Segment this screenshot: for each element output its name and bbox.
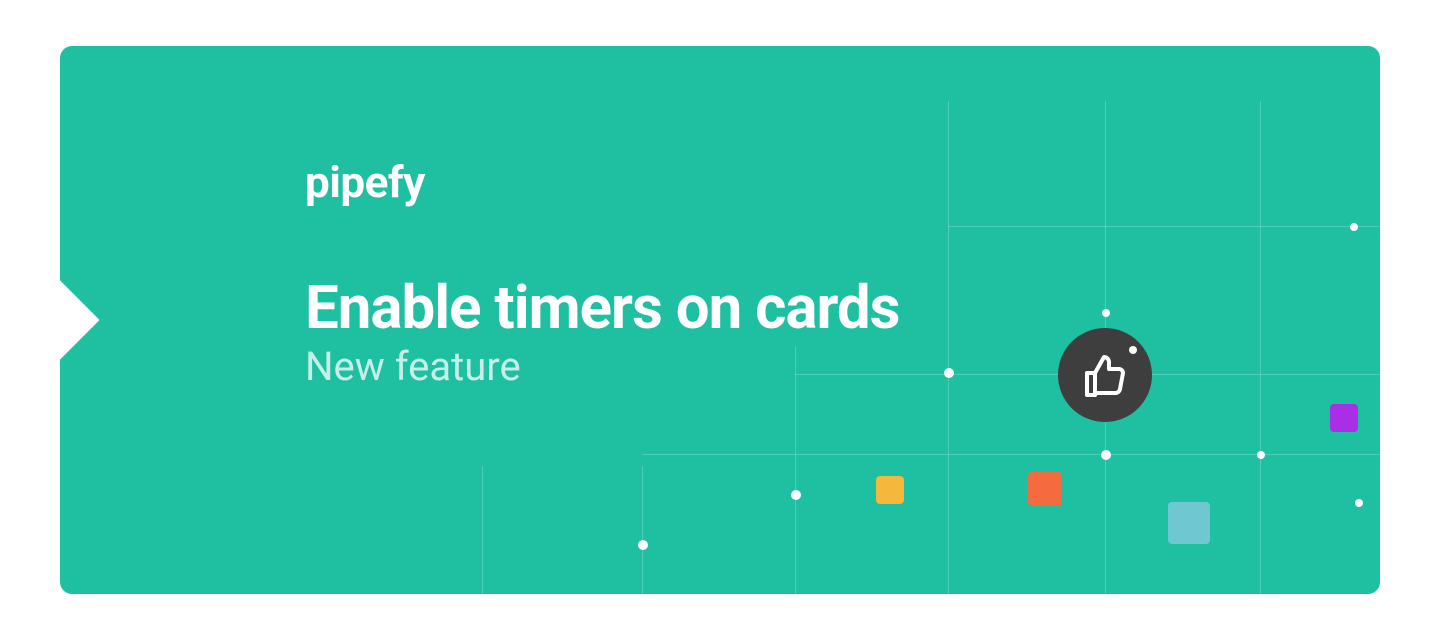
decor-square-purple	[1330, 404, 1358, 432]
decor-dot	[1129, 346, 1137, 354]
decor-dot	[1350, 223, 1358, 231]
decor-dot	[791, 490, 801, 500]
decor-square-blue	[1168, 502, 1210, 544]
grid-line	[642, 466, 643, 594]
grid-line	[948, 226, 1380, 227]
feature-banner: pipefy Enable timers on cards New featur…	[60, 46, 1380, 594]
grid-line	[642, 454, 1380, 455]
hero-subtitle: New feature	[305, 343, 900, 390]
brand-logo: pipefy	[305, 156, 900, 208]
brand-name: pipefy	[305, 156, 425, 208]
banner-notch	[60, 280, 100, 359]
decor-dot	[1257, 451, 1265, 459]
grid-line	[1260, 101, 1261, 594]
decor-dot	[944, 368, 954, 378]
grid-line	[482, 466, 483, 594]
decor-dot	[1102, 309, 1110, 317]
decor-dot	[1101, 450, 1111, 460]
banner-content: pipefy Enable timers on cards New featur…	[305, 156, 900, 390]
decor-square-yellow	[876, 476, 904, 504]
grid-line	[795, 346, 796, 594]
decor-square-orange	[1028, 472, 1062, 506]
grid-line	[948, 101, 949, 594]
thumbs-up-icon	[1058, 328, 1152, 422]
decor-dot	[1355, 499, 1363, 507]
decor-dot	[638, 540, 648, 550]
hero-title: Enable timers on cards	[305, 276, 900, 339]
